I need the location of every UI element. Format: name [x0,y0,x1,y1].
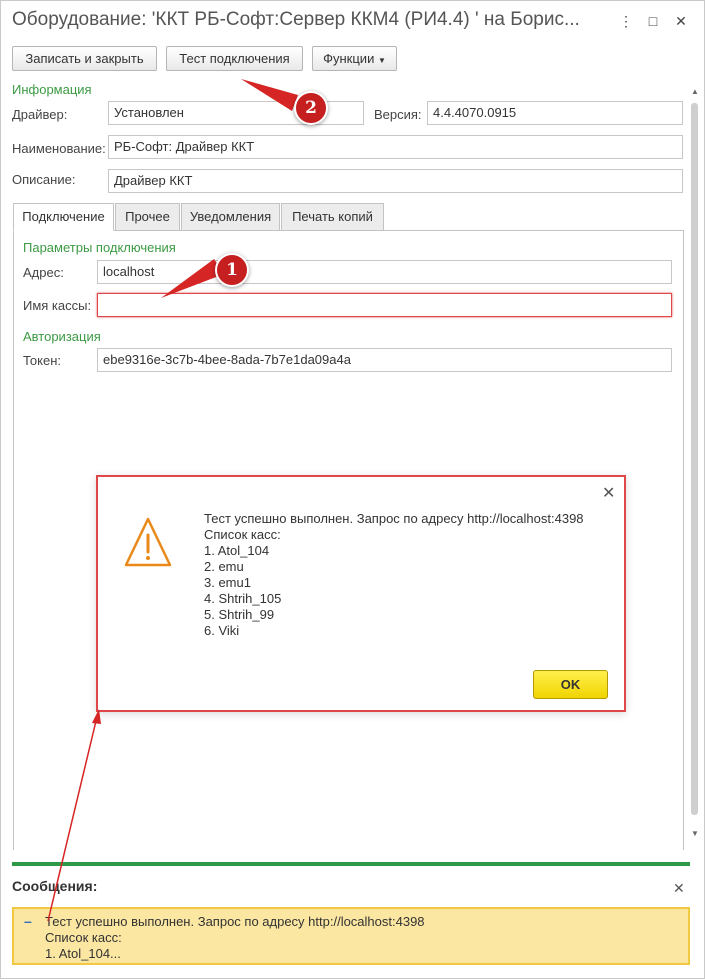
vertical-scrollbar[interactable]: ▲ ▼ [689,85,701,845]
test-connection-button[interactable]: Тест подключения [166,46,303,71]
version-label: Версия: [374,107,422,122]
close-icon[interactable]: ✕ [671,11,691,31]
address-field[interactable]: localhost [97,260,672,284]
info-section-title: Информация [12,82,92,97]
dialog-line: 2. emu [204,559,244,574]
register-name-field[interactable] [97,293,672,317]
version-field[interactable]: 4.4.4070.0915 [427,101,683,125]
annotation-badge-1: 1 [215,253,249,287]
functions-label: Функции [323,51,375,66]
dialog-line: Список касс: [204,527,281,542]
tab-other[interactable]: Прочее [115,203,180,231]
dialog-line: 3. emu1 [204,575,251,590]
token-label: Токен: [23,353,62,368]
messages-title: Сообщения: [12,878,98,894]
register-name-label: Имя кассы: [23,298,92,313]
dialog-line: 1. Atol_104 [204,543,270,558]
dialog-line: 5. Shtrih_99 [204,607,275,622]
driver-label: Драйвер: [12,107,68,122]
dialog-line: 4. Shtrih_105 [204,591,282,606]
description-field[interactable]: Драйвер ККТ [108,169,683,193]
message-collapse-icon[interactable]: – [24,913,32,929]
dialog-line: 6. Viki [204,623,240,638]
warning-triangle-icon [124,517,172,567]
scroll-thumb[interactable] [691,103,698,815]
dialog-close-icon[interactable]: ✕ [602,483,615,503]
title-bar: Оборудование: 'ККТ РБ-Софт:Сервер ККМ4 (… [1,1,704,41]
dialog-line: Тест успешно выполнен. Запрос по адресу … [204,511,584,526]
message-line: 1. Atol_104... [45,946,121,961]
dialog-message: Тест успешно выполнен. Запрос по адресу … [204,511,584,639]
messages-divider [12,862,690,866]
save-and-close-button[interactable]: Записать и закрыть [12,46,157,71]
annotation-badge-2: 2 [294,91,328,125]
token-field[interactable]: ebe9316e-3c7b-4bee-8ada-7b7e1da09a4a [97,348,672,372]
window-title: Оборудование: 'ККТ РБ-Софт:Сервер ККМ4 (… [12,9,580,30]
tab-notifications[interactable]: Уведомления [181,203,280,231]
message-line: Тест успешно выполнен. Запрос по адресу … [45,914,425,929]
more-icon[interactable]: ⋮ [616,11,636,31]
authorization-title: Авторизация [23,329,101,344]
message-text: Тест успешно выполнен. Запрос по адресу … [45,914,425,962]
functions-menu-button[interactable]: Функции ▼ [312,46,397,71]
connection-params-title: Параметры подключения [23,240,176,255]
description-label: Описание: [12,172,76,187]
address-label: Адрес: [23,265,64,280]
message-line: Список касс: [45,930,122,945]
ok-button[interactable]: OK [533,670,608,699]
name-field[interactable]: РБ-Софт: Драйвер ККТ [108,135,683,159]
maximize-icon[interactable]: □ [643,11,663,31]
scroll-up-icon[interactable]: ▲ [690,87,700,96]
tab-connection[interactable]: Подключение [13,203,114,231]
messages-close-icon[interactable]: ✕ [673,880,685,897]
name-label: Наименование: [12,141,106,156]
scroll-down-icon[interactable]: ▼ [690,829,700,838]
dropdown-arrow-icon: ▼ [377,56,386,65]
test-result-dialog: ✕ Тест успешно выполнен. Запрос по адрес… [96,475,626,712]
tab-print-copies[interactable]: Печать копий [281,203,384,231]
message-item[interactable]: – Тест успешно выполнен. Запрос по адрес… [12,907,690,965]
equipment-window: Оборудование: 'ККТ РБ-Софт:Сервер ККМ4 (… [0,0,705,979]
